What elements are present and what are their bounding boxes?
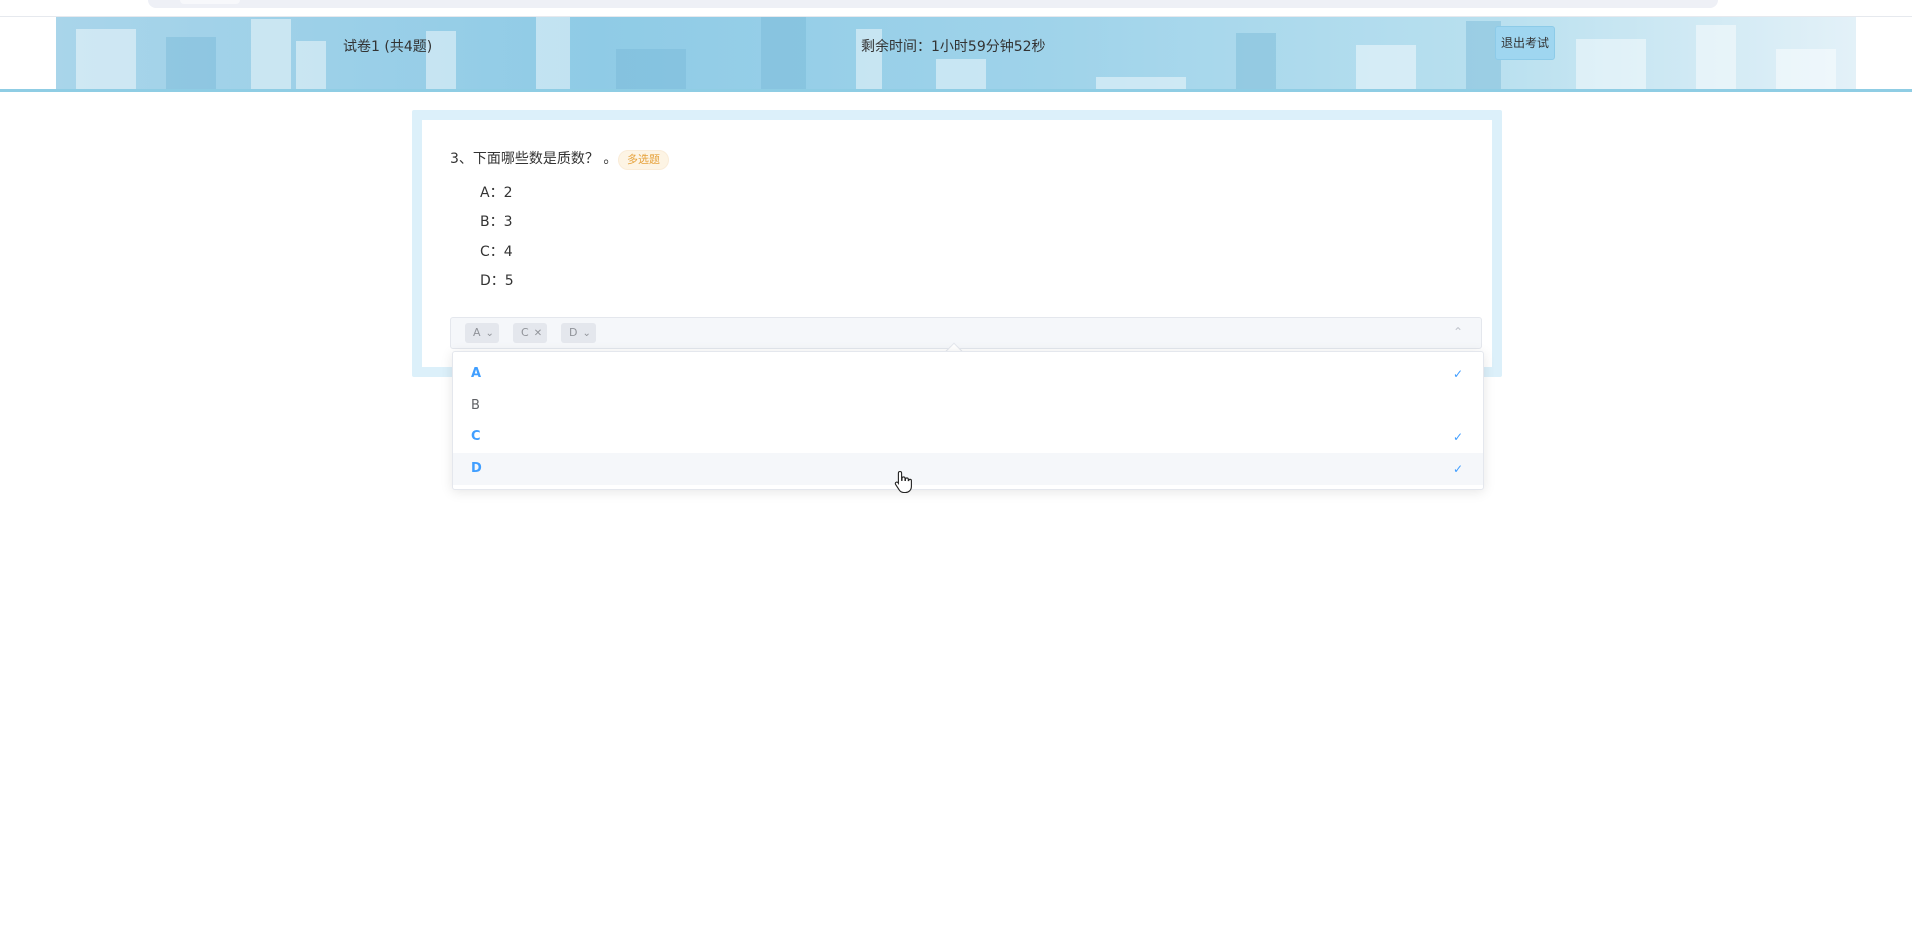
selected-chip-c[interactable]: C ✕	[513, 323, 548, 343]
dropdown-item-label: A	[471, 366, 482, 381]
hand-pointer-icon	[894, 470, 912, 494]
dropdown-item-b[interactable]: B	[453, 390, 1483, 422]
dropdown-item-d[interactable]: D ✓	[453, 453, 1483, 485]
option-c: C：4	[480, 244, 513, 260]
options-dropdown: A ✓ B C ✓ D ✓	[452, 351, 1484, 490]
browser-top-strip	[0, 0, 1912, 17]
chevron-down-icon[interactable]: ⌄	[486, 328, 494, 339]
question-text: 3、下面哪些数是质数？ 。	[450, 151, 618, 167]
check-icon: ✓	[1452, 367, 1463, 381]
exam-title: 试卷1 (共4题)	[343, 39, 433, 55]
question-type-tag: 多选题	[618, 150, 669, 170]
dropdown-item-label: D	[471, 461, 482, 476]
chip-label: C	[521, 326, 529, 339]
option-b: B：3	[480, 214, 513, 230]
check-icon: ✓	[1452, 430, 1463, 444]
question-card: 3、下面哪些数是质数？ 。 多选题 A：2 B：3 C：4 D：5 A ⌄ C ✕ …	[412, 110, 1502, 377]
chevron-up-icon[interactable]: ⌃	[1453, 325, 1463, 339]
option-d: D：5	[480, 273, 514, 289]
dropdown-item-a[interactable]: A ✓	[453, 358, 1483, 390]
dropdown-item-label: C	[471, 429, 481, 444]
chevron-down-icon[interactable]: ⌄	[582, 328, 590, 339]
banner-divider	[0, 89, 1912, 92]
address-bar[interactable]	[148, 0, 1718, 8]
browser-tab[interactable]	[180, 0, 240, 4]
question-card-body: 3、下面哪些数是质数？ 。 多选题 A：2 B：3 C：4 D：5 A ⌄ C ✕ …	[422, 120, 1492, 367]
exit-exam-button[interactable]: 退出考试	[1495, 26, 1555, 60]
close-icon[interactable]: ✕	[534, 328, 542, 339]
selected-chip-d[interactable]: D ⌄	[561, 323, 596, 343]
answer-select[interactable]: A ⌄ C ✕ D ⌄ ⌃	[450, 317, 1482, 349]
remaining-time: 剩余时间：1小时59分钟52秒	[861, 39, 1046, 55]
option-a: A：2	[480, 185, 513, 201]
check-icon: ✓	[1452, 462, 1463, 476]
chip-label: D	[569, 326, 578, 339]
dropdown-item-label: B	[471, 398, 480, 413]
selected-chip-a[interactable]: A ⌄	[465, 323, 499, 343]
chip-label: A	[473, 326, 481, 339]
dropdown-item-c[interactable]: C ✓	[453, 421, 1483, 453]
